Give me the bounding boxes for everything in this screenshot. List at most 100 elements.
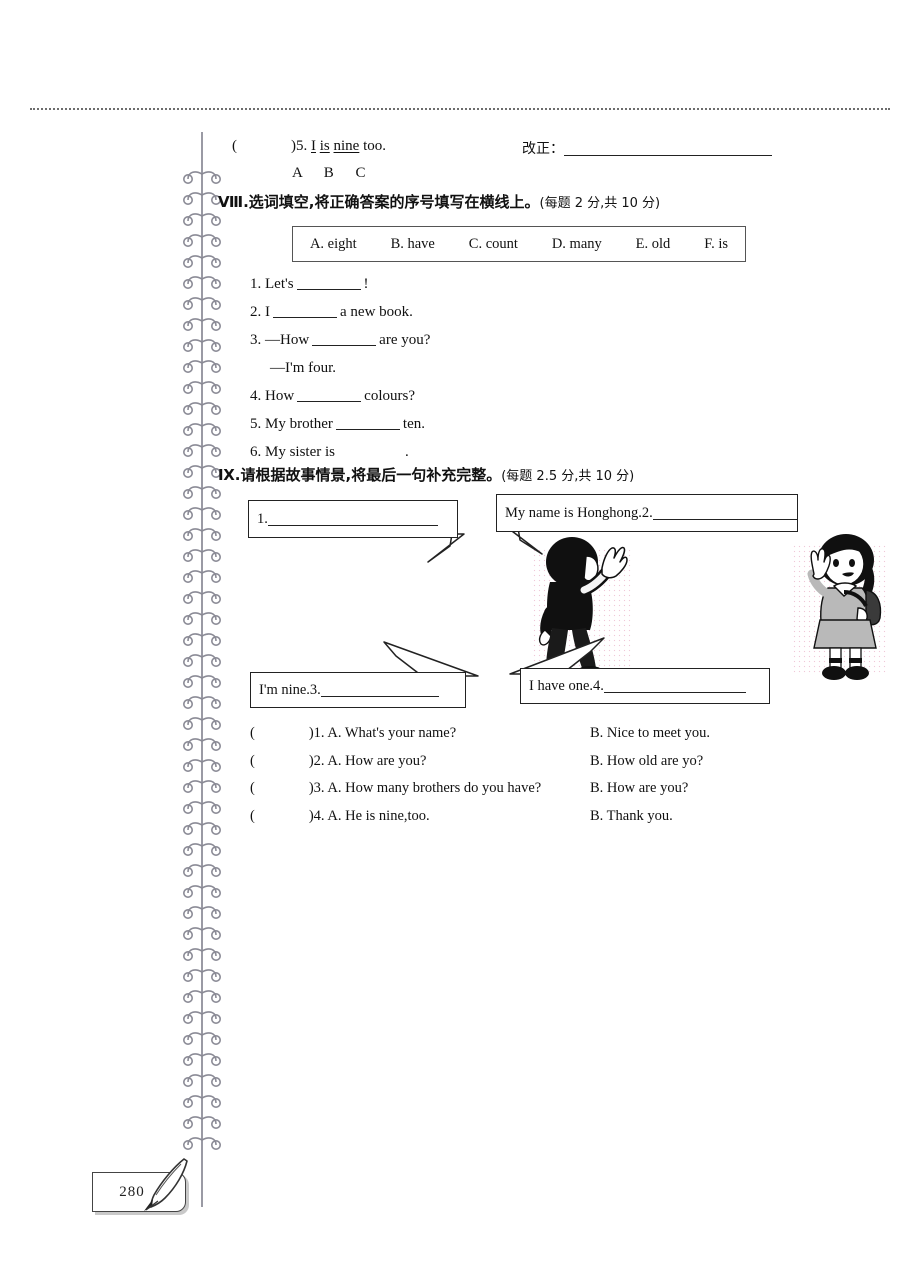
fill-item-number: 2.	[250, 304, 265, 320]
binding-ring	[182, 567, 222, 583]
binding-ring	[182, 294, 222, 310]
story-scene: 1. My name is Honghong.2. I'm nine.3. I …	[232, 494, 882, 714]
bubble-3-label: I'm nine.3.	[259, 681, 321, 698]
binding-ring	[182, 1092, 222, 1108]
binding-ring	[182, 777, 222, 793]
page-top-dotted-rule	[30, 108, 890, 110]
fill-item-text-before: My brother	[265, 416, 333, 432]
fill-item-blank[interactable]	[312, 332, 377, 346]
bubble-1-label: 1.	[257, 510, 268, 527]
binding-ring	[182, 315, 222, 331]
binding-ring	[182, 651, 222, 667]
binding-ring	[182, 798, 222, 814]
binding-ring	[182, 1113, 222, 1129]
fill-item-text-after: colours?	[364, 388, 415, 404]
mc-option-a[interactable]: A. How are you?	[327, 753, 426, 769]
correction-blank[interactable]	[564, 141, 772, 156]
mc-option-b[interactable]: B. Nice to meet you.	[590, 720, 710, 748]
mc-option-a[interactable]: A. What's your name?	[327, 725, 456, 741]
binding-ring	[182, 693, 222, 709]
fill-item-blank[interactable]	[338, 444, 402, 458]
fill-item-number: 4.	[250, 388, 265, 404]
fill-item-6: 6. My sister is.	[250, 438, 730, 466]
question-5-row: ()5. I is nine too. 改正：	[232, 138, 832, 158]
fill-item-3: —I'm four.	[250, 354, 730, 382]
question-5-word-is: is	[319, 138, 330, 154]
fill-item-text-before: Let's	[265, 276, 294, 292]
binding-ring	[182, 840, 222, 856]
mc-item-0: ()1. A. What's your name? B. Nice to meet…	[250, 720, 810, 748]
mc-option-b[interactable]: B. How old are yo?	[590, 748, 703, 776]
binding-ring	[182, 462, 222, 478]
question-5-paren-open: (	[232, 138, 237, 154]
fill-item-blank[interactable]	[335, 416, 400, 430]
fill-item-text-after: a new book.	[340, 304, 413, 320]
binding-ring	[182, 1134, 222, 1150]
mc-item-2: ()3. A. How many brothers do you have? B.…	[250, 775, 810, 803]
question-5-number: 5.	[296, 138, 308, 154]
binding-ring	[182, 357, 222, 373]
binding-ring	[182, 1050, 222, 1066]
spiral-binding	[183, 132, 221, 1207]
bubble-2-blank[interactable]	[652, 506, 797, 520]
word-bank-option-3[interactable]: D. many	[552, 236, 602, 253]
binding-ring	[182, 882, 222, 898]
binding-ring	[182, 987, 222, 1003]
section-9-score: (每题 2.5 分,共 10 分)	[501, 469, 635, 484]
mc-answer-parens[interactable]: ()1.	[250, 725, 327, 741]
binding-ring	[182, 252, 222, 268]
binding-ring	[182, 189, 222, 205]
fill-item-blank[interactable]	[273, 304, 337, 318]
mc-option-b[interactable]: B. Thank you.	[590, 803, 673, 831]
mc-answer-parens[interactable]: ()4.	[250, 808, 327, 824]
section-9-heading: Ⅸ.请根据故事情景,将最后一句补充完整。(每题 2.5 分,共 10 分)	[218, 464, 634, 485]
question-5-options-abc: A B C	[292, 165, 375, 181]
binding-ring	[182, 336, 222, 352]
fill-item-2: 3. —How are you?	[250, 326, 730, 354]
binding-ring	[182, 546, 222, 562]
mc-answer-parens[interactable]: ()3.	[250, 780, 327, 796]
fill-item-blank[interactable]	[297, 388, 362, 402]
bubble-4-label: I have one.4.	[529, 677, 604, 694]
mc-option-a[interactable]: A. He is nine,too.	[327, 808, 429, 824]
fill-item-text-before: —How	[265, 332, 310, 348]
word-bank-option-1[interactable]: B. have	[391, 236, 435, 253]
binding-ring	[182, 714, 222, 730]
fill-item-text-before: I	[265, 304, 270, 320]
correction-field: 改正：	[522, 138, 772, 158]
fill-item-blank[interactable]	[296, 276, 361, 290]
mc-answer-parens[interactable]: ()2.	[250, 753, 327, 769]
binding-ring	[182, 504, 222, 520]
binding-ring	[182, 630, 222, 646]
mc-item-3: ()4. A. He is nine,too. B. Thank you.	[250, 803, 810, 831]
fill-item-text-after: .	[405, 444, 409, 460]
word-bank-box: A. eight B. have C. count D. many E. old F. i…	[292, 226, 746, 262]
quill-pen-icon	[144, 1158, 188, 1211]
fill-item-text-after: !	[363, 276, 369, 292]
fill-item-text-before: —I'm four.	[270, 360, 337, 376]
bubble-3-blank[interactable]	[320, 683, 439, 697]
binding-ring	[182, 588, 222, 604]
word-bank-option-5[interactable]: F. is	[704, 236, 728, 253]
fill-item-text-after: are you?	[379, 332, 431, 348]
binding-ring	[182, 966, 222, 982]
bubble-1: 1.	[248, 500, 458, 538]
binding-ring	[182, 819, 222, 835]
binding-ring	[182, 273, 222, 289]
word-bank-option-0[interactable]: A. eight	[310, 236, 357, 253]
multiple-choice-list: ()1. A. What's your name? B. Nice to meet…	[250, 720, 810, 830]
binding-ring	[182, 399, 222, 415]
mc-option-a[interactable]: A. How many brothers do you have?	[327, 780, 541, 796]
mc-option-b[interactable]: B. How are you?	[590, 775, 688, 803]
question-5-word-nine: nine	[333, 138, 360, 154]
word-bank-option-4[interactable]: E. old	[636, 236, 671, 253]
bubble-4-blank[interactable]	[603, 679, 746, 693]
binding-ring	[182, 861, 222, 877]
bubble-1-blank[interactable]	[267, 512, 438, 526]
binding-ring	[182, 756, 222, 772]
fill-in-blank-list: 1. Let's! 2. Ia new book. 3. —How are you? —…	[250, 270, 730, 466]
binding-ring	[182, 231, 222, 247]
binding-ring	[182, 903, 222, 919]
word-bank-option-2[interactable]: C. count	[469, 236, 518, 253]
fill-item-number: 6.	[250, 444, 265, 460]
